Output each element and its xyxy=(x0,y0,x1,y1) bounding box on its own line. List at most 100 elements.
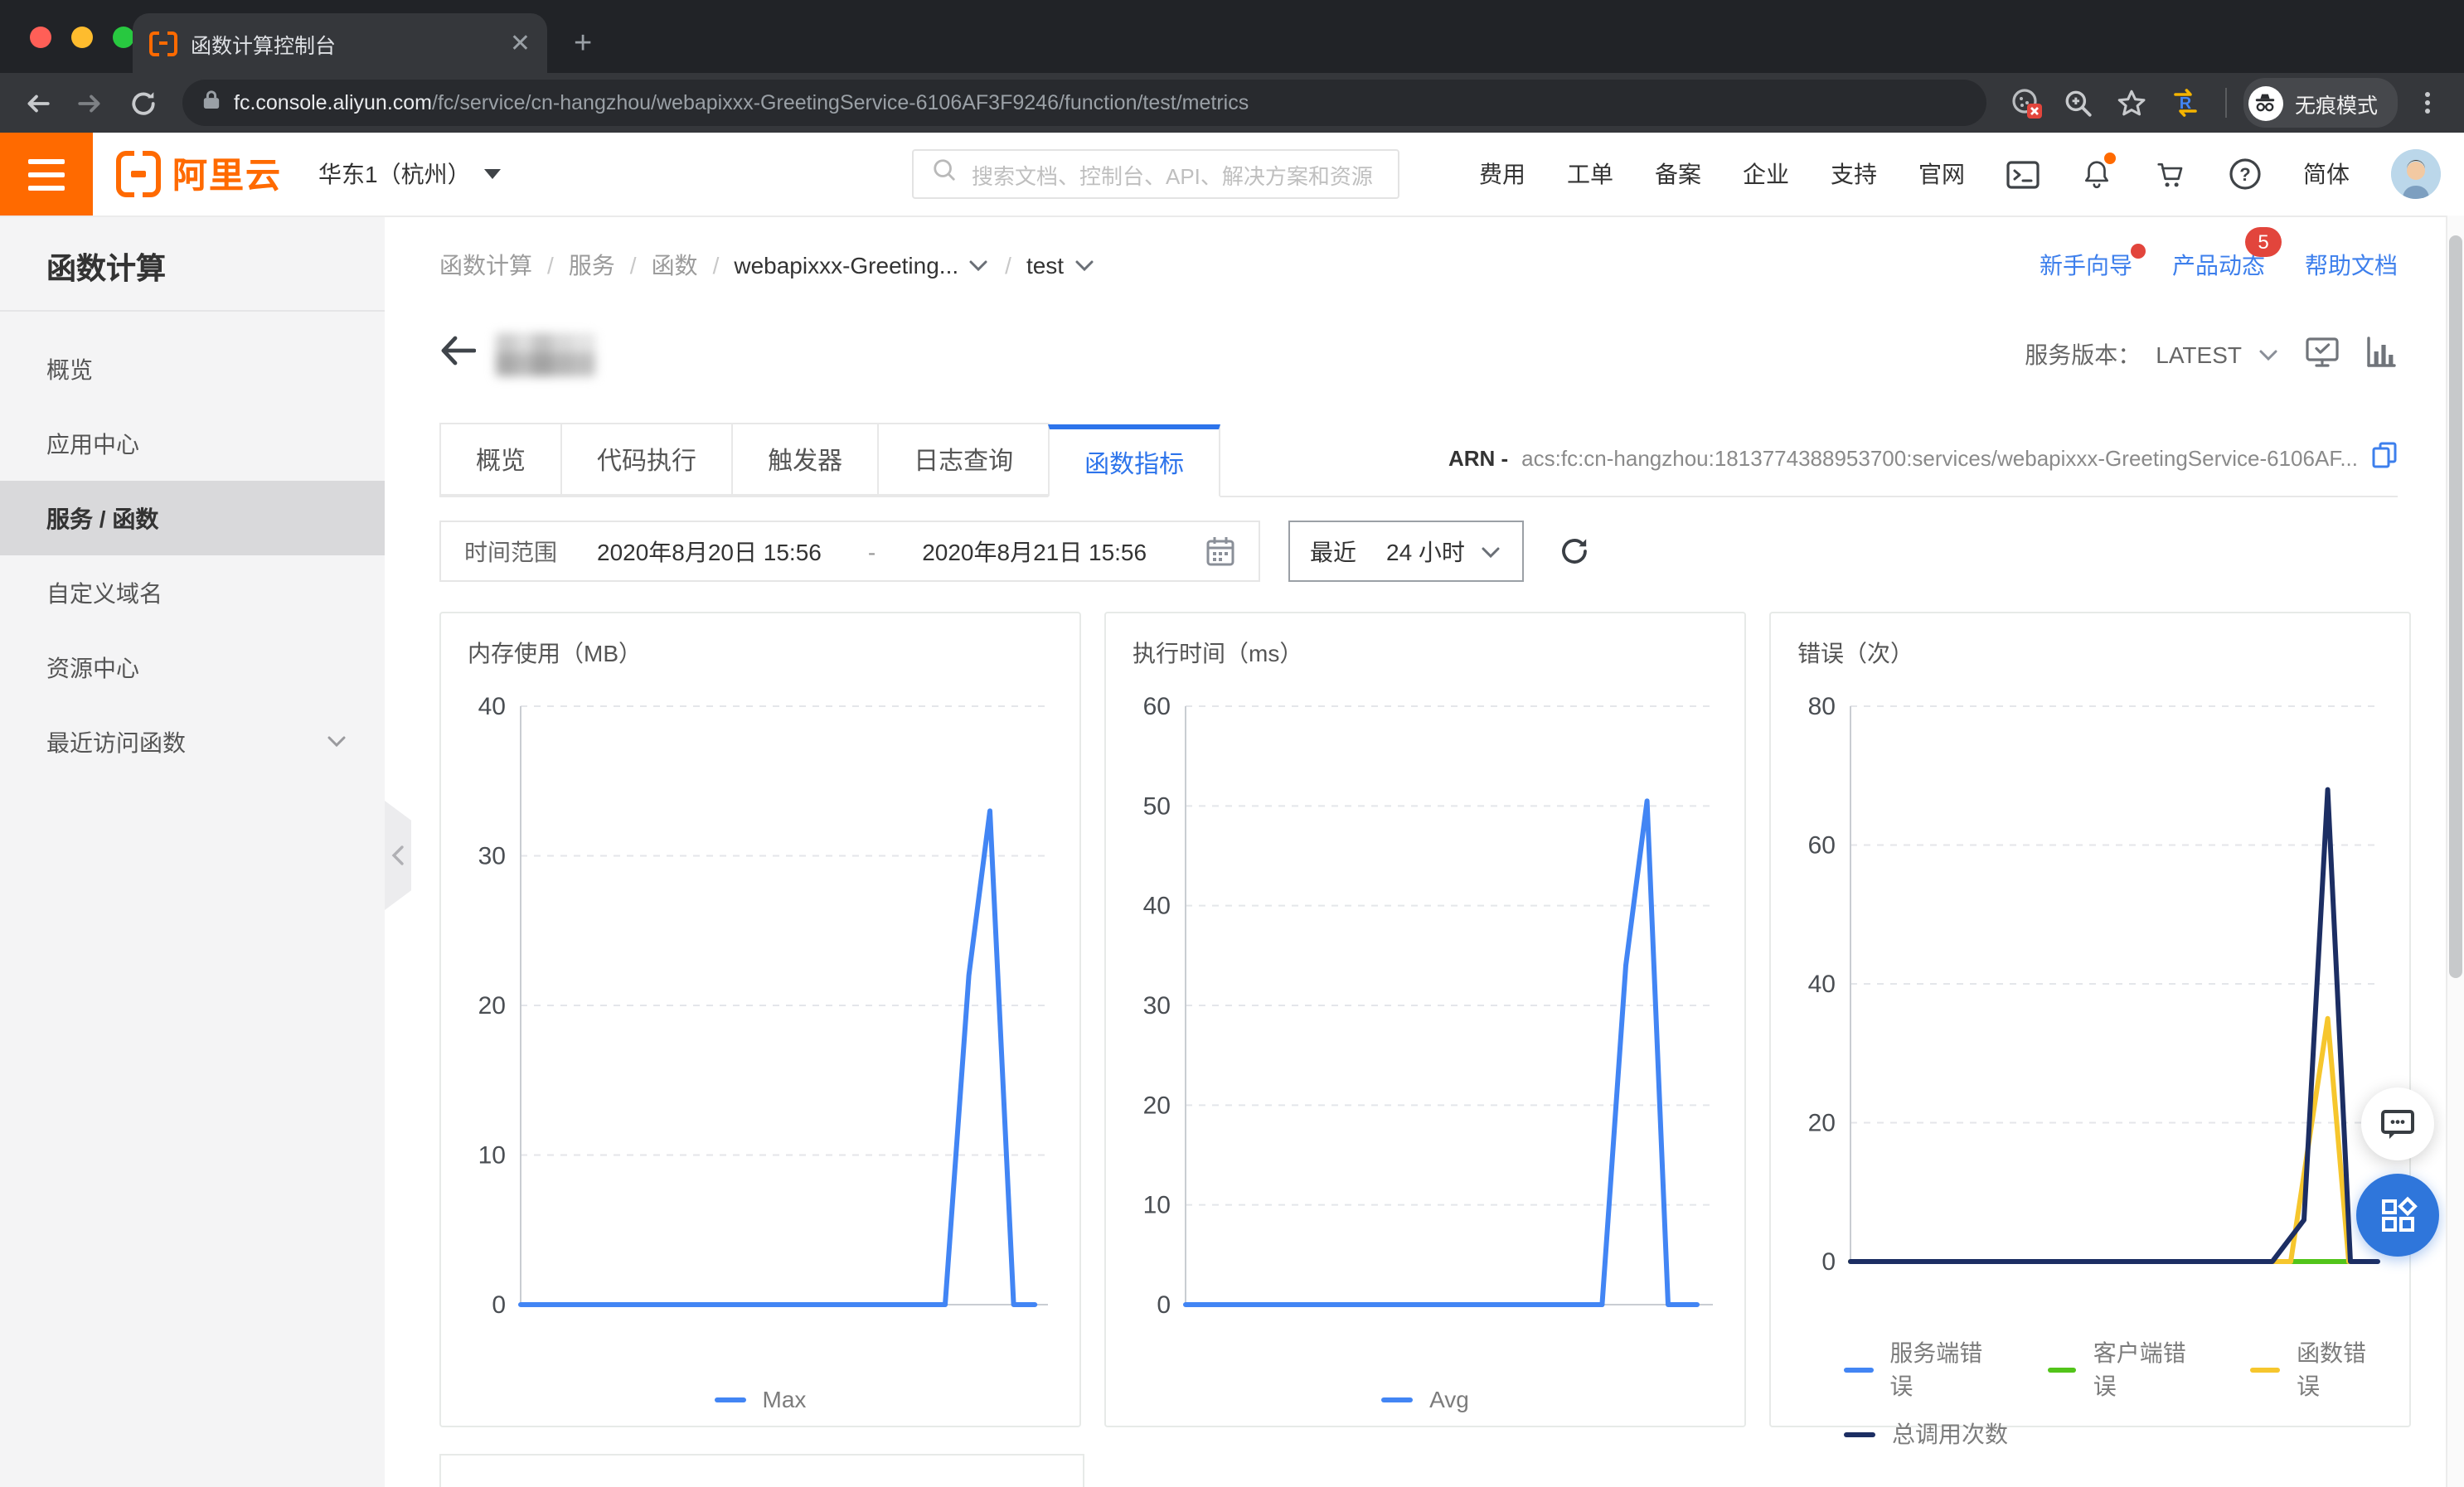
page-scrollbar xyxy=(2446,216,2464,1487)
nav-item-icp[interactable]: 备案 xyxy=(1655,157,1701,191)
nav-item-billing[interactable]: 费用 xyxy=(1479,157,1525,191)
nav-item-website[interactable]: 官网 xyxy=(1918,157,1965,191)
reload-icon[interactable] xyxy=(119,80,166,126)
sidebar-item-recent-functions[interactable]: 最近访问函数 xyxy=(0,705,385,779)
quick-range-select[interactable]: 最近 24 小时 xyxy=(1288,521,1524,582)
cart-icon[interactable] xyxy=(2154,158,2187,190)
bar-chart-icon[interactable] xyxy=(2365,337,2398,373)
svg-text:30: 30 xyxy=(478,843,506,870)
chart-title: 错误（次） xyxy=(1797,637,2383,670)
extension-icon[interactable]: R xyxy=(2162,80,2209,126)
svg-text:40: 40 xyxy=(1143,893,1171,920)
minimize-window-button[interactable] xyxy=(71,27,93,48)
arn-label: ARN - xyxy=(1448,445,1508,470)
forward-icon[interactable] xyxy=(66,80,113,126)
breadcrumb-function-name[interactable]: test xyxy=(1026,252,1095,279)
svg-text:60: 60 xyxy=(1808,832,1836,860)
breadcrumb-function-compute[interactable]: 函数计算 xyxy=(439,249,532,282)
window-controls xyxy=(30,27,134,48)
tab-code-execution[interactable]: 代码执行 xyxy=(560,423,733,496)
svg-text:0: 0 xyxy=(492,1291,506,1319)
browser-tab[interactable]: 函数计算控制台 ✕ xyxy=(133,13,547,73)
nav-item-language[interactable]: 简体 xyxy=(2303,157,2350,191)
notifications-bell-icon[interactable] xyxy=(2081,157,2112,191)
hamburger-menu-button[interactable] xyxy=(0,133,93,216)
refresh-icon[interactable] xyxy=(1559,535,1590,567)
breadcrumb-separator: / xyxy=(630,252,637,279)
sidebar-item-resource-center[interactable]: 资源中心 xyxy=(0,630,385,705)
back-arrow-icon[interactable] xyxy=(439,335,476,375)
new-dot-badge xyxy=(2131,244,2146,259)
function-title-row: 服务版本： LATEST xyxy=(439,330,2398,380)
svg-text:10: 10 xyxy=(478,1142,506,1170)
close-tab-icon[interactable]: ✕ xyxy=(510,31,531,56)
sidebar-item-overview[interactable]: 概览 xyxy=(0,332,385,406)
chevron-down-icon xyxy=(1479,540,1502,563)
back-icon[interactable] xyxy=(13,80,60,126)
fullscreen-window-button[interactable] xyxy=(113,27,134,48)
feedback-chat-button[interactable] xyxy=(2361,1087,2434,1160)
sidebar-divider xyxy=(0,310,385,312)
page-body: 函数计算 概览 应用中心 服务 / 函数 自定义域名 资源中心 最近访问函数 xyxy=(0,217,2464,1487)
sidebar-item-app-center[interactable]: 应用中心 xyxy=(0,406,385,481)
calendar-icon[interactable] xyxy=(1205,535,1235,567)
aliyun-logo[interactable]: 阿里云 xyxy=(116,149,282,199)
scrollbar-thumb[interactable] xyxy=(2449,235,2462,978)
widgets-panel-button[interactable] xyxy=(2356,1174,2439,1257)
function-compute-favicon-icon xyxy=(149,31,177,56)
region-selector[interactable]: 华东1（杭州） xyxy=(318,157,501,191)
link-beginner-guide[interactable]: 新手向导 xyxy=(2040,249,2132,282)
user-avatar[interactable] xyxy=(2391,149,2441,199)
incognito-icon xyxy=(2248,85,2283,120)
nav-item-tickets[interactable]: 工单 xyxy=(1567,157,1613,191)
tab-title: 函数计算控制台 xyxy=(191,27,497,59)
nav-item-support[interactable]: 支持 xyxy=(1831,157,1877,191)
new-tab-button[interactable]: + xyxy=(574,28,592,60)
cloudshell-icon[interactable] xyxy=(2006,160,2040,188)
breadcrumb-service[interactable]: 服务 xyxy=(569,249,615,282)
service-version-select[interactable]: 服务版本： LATEST xyxy=(2025,338,2280,371)
arn-value: acs:fc:cn-hangzhou:1813774388953700:serv… xyxy=(1521,445,2358,470)
link-help-docs[interactable]: 帮助文档 xyxy=(2305,249,2398,282)
svg-text:40: 40 xyxy=(1808,971,1836,998)
monitor-check-icon[interactable] xyxy=(2305,337,2340,373)
bookmark-star-icon[interactable] xyxy=(2109,80,2156,126)
toolbar-divider xyxy=(2225,88,2227,118)
svg-text:10: 10 xyxy=(1143,1192,1171,1219)
top-nav-menu: 费用 工单 备案 企业 支持 官网 ? 简体 xyxy=(1479,133,2441,216)
tab-overview[interactable]: 概览 xyxy=(439,423,562,496)
notification-dot xyxy=(2104,153,2116,164)
tab-log-query[interactable]: 日志查询 xyxy=(877,423,1050,496)
svg-text:20: 20 xyxy=(1143,1092,1171,1119)
chat-bubble-icon xyxy=(2379,1107,2416,1141)
chart-legend: Max xyxy=(468,1386,1053,1412)
global-search-input[interactable]: 搜索文档、控制台、API、解决方案和资源 xyxy=(912,149,1399,199)
sidebar-item-custom-domain[interactable]: 自定义域名 xyxy=(0,555,385,630)
tab-function-metrics[interactable]: 函数指标 xyxy=(1048,424,1220,497)
link-product-news[interactable]: 产品动态5 xyxy=(2172,249,2265,282)
cookie-blocked-icon[interactable] xyxy=(2003,80,2049,126)
svg-text:?: ? xyxy=(2239,164,2250,185)
tab-triggers[interactable]: 触发器 xyxy=(731,423,879,496)
legend-item-total-invocations: 总调用次数 xyxy=(1844,1417,2008,1451)
chart-title: 内存使用（MB） xyxy=(468,637,1053,670)
time-range-picker[interactable]: 时间范围 2020年8月20日 15:56 - 2020年8月21日 15:56 xyxy=(439,521,1260,582)
help-icon[interactable]: ? xyxy=(2229,157,2262,191)
close-window-button[interactable] xyxy=(30,27,51,48)
region-label: 华东1（杭州） xyxy=(318,157,471,191)
search-placeholder: 搜索文档、控制台、API、解决方案和资源 xyxy=(972,158,1373,190)
incognito-label: 无痕模式 xyxy=(2295,87,2378,119)
breadcrumb-function[interactable]: 函数 xyxy=(652,249,698,282)
lock-icon xyxy=(202,87,221,119)
url-text: fc.console.aliyun.com/fc/service/cn-hang… xyxy=(234,91,1249,114)
address-bar[interactable]: fc.console.aliyun.com/fc/service/cn-hang… xyxy=(182,80,1986,126)
svg-text:0: 0 xyxy=(1821,1248,1836,1276)
nav-item-enterprise[interactable]: 企业 xyxy=(1743,157,1789,191)
copy-icon[interactable] xyxy=(2371,441,2398,474)
browser-menu-icon[interactable] xyxy=(2404,80,2451,126)
breadcrumb-service-name[interactable]: webapixxx-Greeting... xyxy=(734,252,990,279)
sidebar-item-services-functions[interactable]: 服务 / 函数 xyxy=(0,481,385,555)
legend-item-client-errors: 客户端错误 xyxy=(2047,1336,2200,1402)
time-range-separator: - xyxy=(868,538,875,564)
zoom-icon[interactable] xyxy=(2056,80,2103,126)
